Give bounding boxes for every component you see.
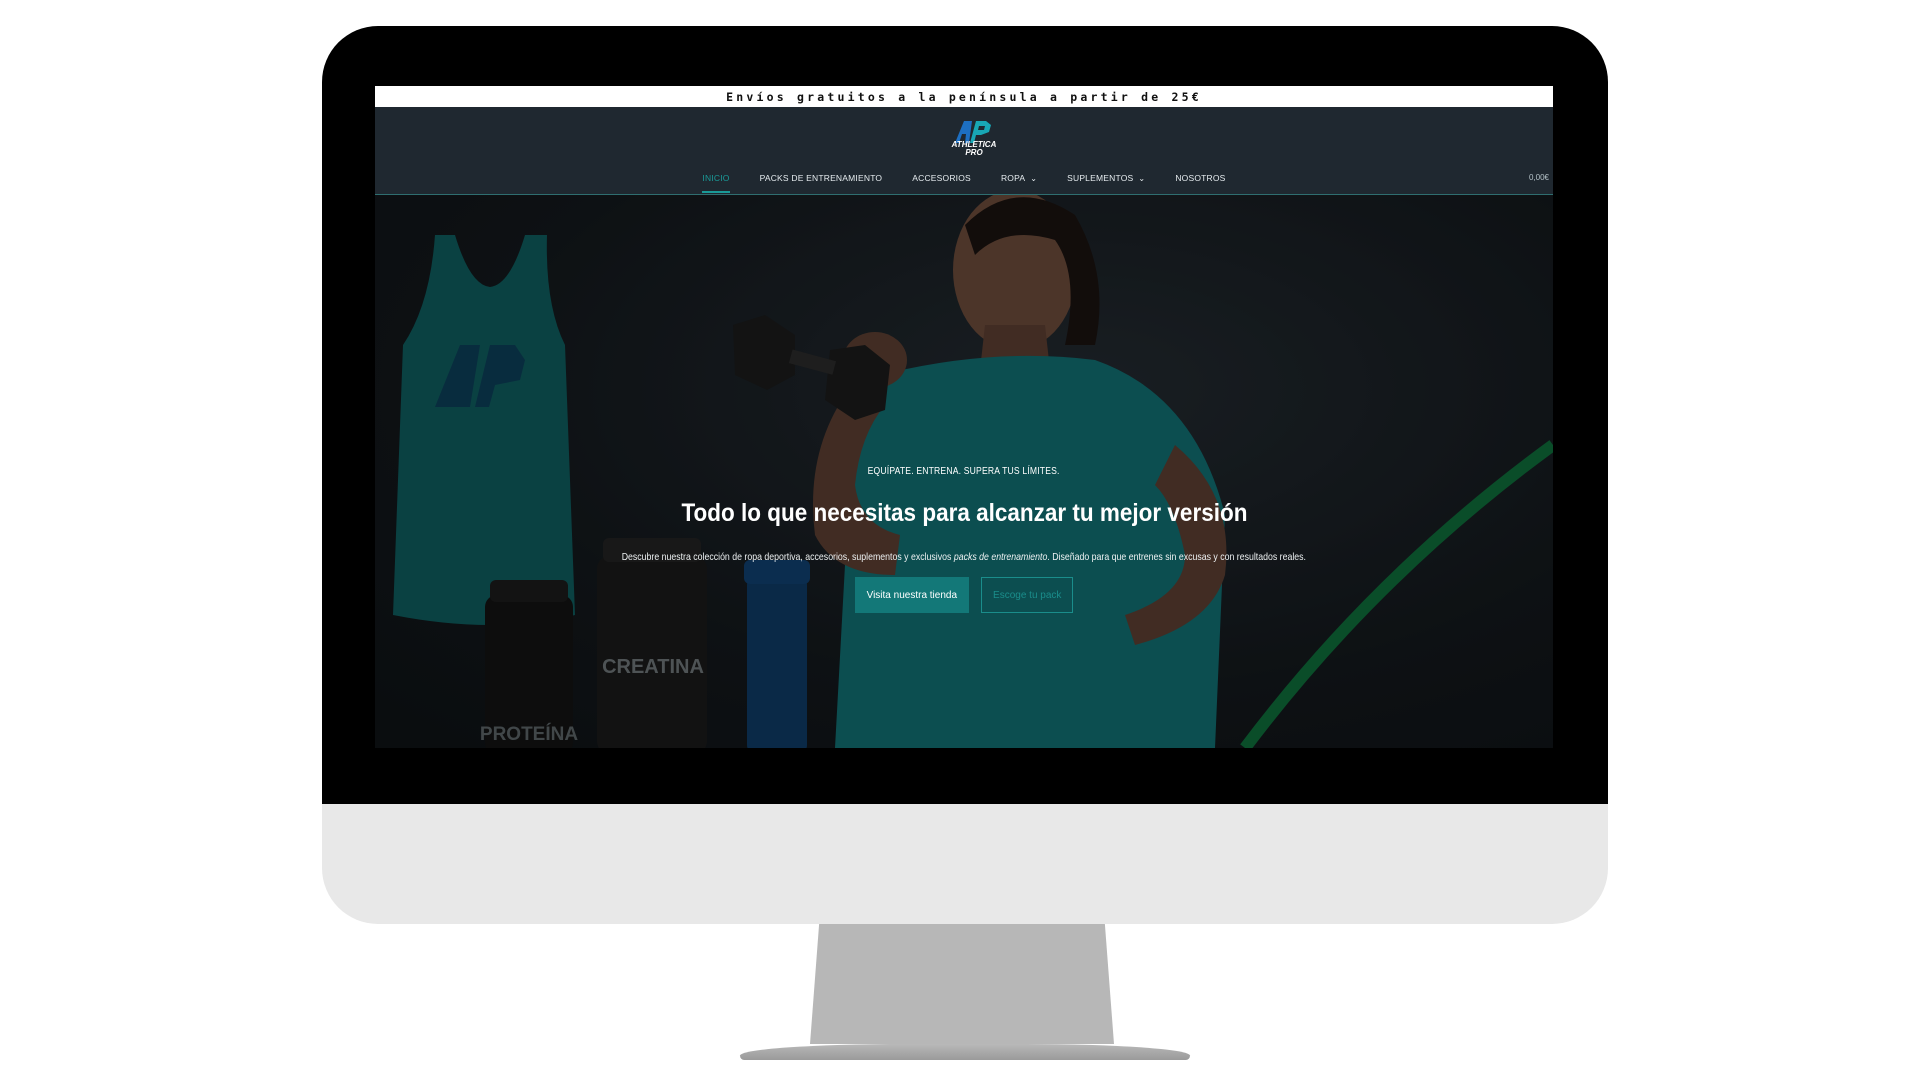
hero-content: EQUÍPATE. ENTRENA. SUPERA TUS LÍMITES. T… bbox=[375, 461, 1553, 613]
nav-item-label: ROPA bbox=[1000, 173, 1026, 183]
nav-item-nosotros[interactable]: NOSOTROS bbox=[1175, 173, 1225, 183]
brand-logo[interactable]: ATHLETICA PRO bbox=[944, 119, 1004, 161]
hero-eyebrow: EQUÍPATE. ENTRENA. SUPERA TUS LÍMITES. bbox=[868, 466, 1060, 477]
nav-item-label: PACKS DE ENTRENAMIENTO bbox=[759, 173, 883, 183]
site-header: ATHLETICA PRO INICIO PACKS DE ENTRENAMIE… bbox=[375, 107, 1553, 195]
hero-buttons: Visita nuestra tienda Escoge tu pack bbox=[375, 577, 1553, 613]
brand-name: ATHLETICA PRO bbox=[944, 141, 1004, 157]
hero-description: Descubre nuestra colección de ropa depor… bbox=[622, 552, 1306, 563]
hero-description-part: Descubre nuestra colección de ropa depor… bbox=[621, 552, 954, 563]
website-screen: Envíos gratuitos a la península a partir… bbox=[375, 86, 1553, 748]
nav-item-label: ACCESORIOS bbox=[912, 173, 971, 183]
nav-item-inicio[interactable]: INICIO bbox=[702, 173, 730, 193]
nav-item-label: SUPLEMENTOS bbox=[1067, 173, 1134, 183]
cart-total[interactable]: 0,00€ bbox=[1529, 173, 1549, 182]
choose-pack-button[interactable]: Escoge tu pack bbox=[981, 577, 1074, 613]
announcement-bar: Envíos gratuitos a la península a partir… bbox=[375, 86, 1553, 107]
nav-item-label: INICIO bbox=[702, 173, 730, 183]
monitor-chin bbox=[322, 804, 1608, 924]
chevron-down-icon: ⌄ bbox=[1030, 173, 1038, 183]
nav-item-accesorios[interactable]: ACCESORIOS bbox=[912, 173, 971, 183]
nav-item-ropa[interactable]: ROPA ⌄ bbox=[1001, 173, 1037, 183]
nav-item-packs[interactable]: PACKS DE ENTRENAMIENTO bbox=[760, 173, 883, 183]
visit-store-button[interactable]: Visita nuestra tienda bbox=[854, 577, 970, 613]
announcement-text: Envíos gratuitos a la península a partir… bbox=[726, 89, 1202, 104]
monitor-mockup: Envíos gratuitos a la península a partir… bbox=[0, 0, 1920, 1080]
hero-section: PROTEÍNA CREATINA EQUÍPATE. ENTRENA. SUP… bbox=[375, 195, 1553, 748]
chevron-down-icon: ⌄ bbox=[1138, 173, 1146, 183]
monitor-stand-base bbox=[740, 1044, 1190, 1060]
monitor-stand bbox=[810, 924, 1114, 1044]
nav-item-suplementos[interactable]: SUPLEMENTOS ⌄ bbox=[1067, 173, 1145, 183]
nav-item-label: NOSOTROS bbox=[1175, 173, 1226, 183]
brand-line2: PRO bbox=[965, 148, 983, 157]
main-navigation: INICIO PACKS DE ENTRENAMIENTO ACCESORIOS… bbox=[375, 173, 1553, 193]
hero-headline: Todo lo que necesitas para alcanzar tu m… bbox=[680, 499, 1248, 527]
hero-description-part: . Diseñado para que entrenes sin excusas… bbox=[1047, 552, 1307, 563]
hero-description-emphasis: packs de entrenamiento bbox=[953, 552, 1048, 563]
